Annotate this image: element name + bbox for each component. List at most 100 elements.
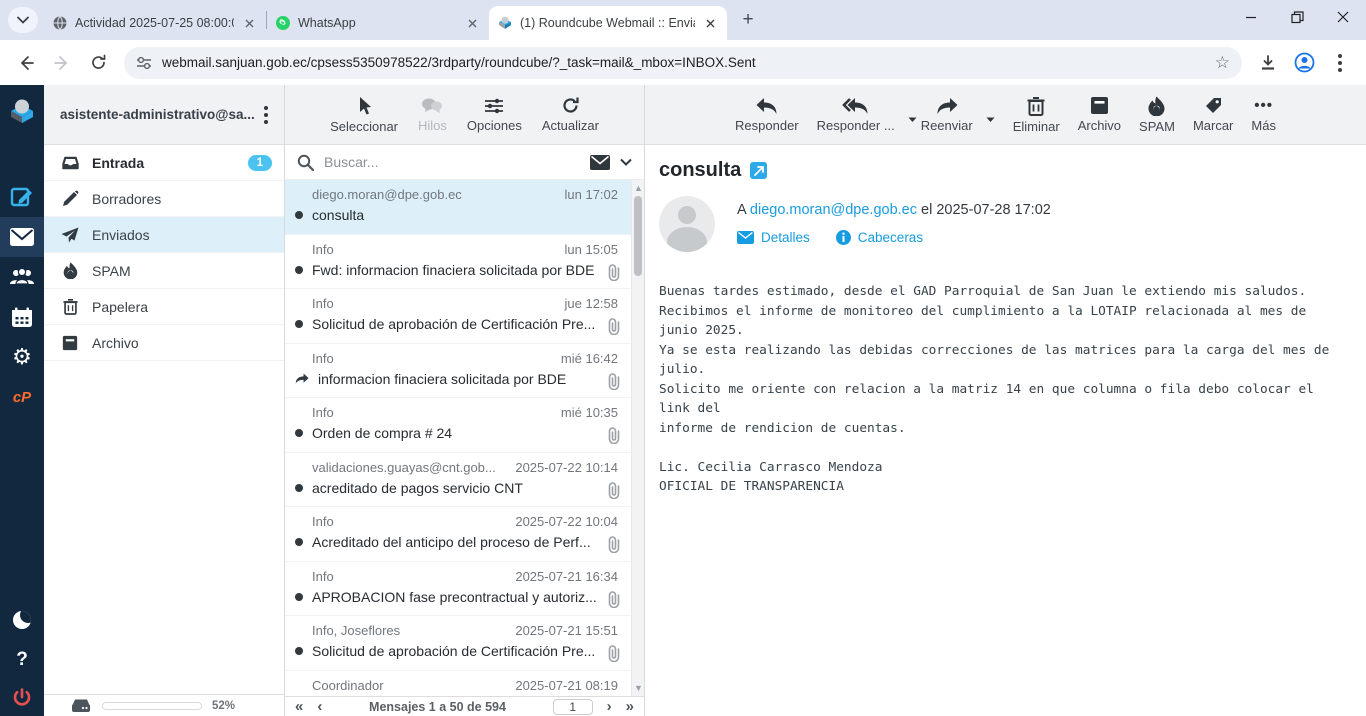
delete-button[interactable]: Eliminar: [1005, 92, 1068, 138]
rail-mail-button[interactable]: [0, 217, 44, 257]
tab-search-button[interactable]: [8, 7, 38, 33]
unread-dot-icon[interactable]: [295, 647, 303, 655]
browser-tab-actividad[interactable]: Actividad 2025-07-25 08:00:00: [44, 6, 266, 40]
compose-button[interactable]: [0, 177, 44, 217]
rail-calendar-button[interactable]: [0, 297, 44, 337]
message-date: 2025-07-28 17:02: [936, 202, 1051, 218]
spam-button[interactable]: SPAM: [1131, 92, 1183, 138]
body-line: informe de rendicion de cuentas.: [659, 419, 1352, 439]
reading-pane: Responder Responder ... Reenviar Elimina…: [645, 85, 1366, 716]
message-row[interactable]: diego.moran@dpe.gob.eclun 17:02consulta: [285, 180, 644, 235]
window-restore-button[interactable]: [1274, 0, 1320, 34]
url-text[interactable]: webmail.sanjuan.gob.ec/cpsess5350978522/…: [162, 55, 1205, 70]
rail-contacts-button[interactable]: [0, 257, 44, 297]
more-button[interactable]: ••• Más: [1243, 93, 1284, 137]
url-field[interactable]: webmail.sanjuan.gob.ec/cpsess5350978522/…: [124, 47, 1242, 79]
help-button[interactable]: ?: [0, 640, 44, 680]
message-sender: Info, Joseflores: [312, 623, 515, 638]
search-placeholder[interactable]: Buscar...: [324, 154, 580, 170]
archive-button[interactable]: Archivo: [1070, 92, 1129, 137]
new-tab-button[interactable]: +: [735, 7, 761, 33]
threads-button[interactable]: Hilos: [410, 93, 455, 137]
message-row[interactable]: Info, Joseflores2025-07-21 15:51Solicitu…: [285, 616, 644, 671]
roundcube-logo[interactable]: [0, 91, 44, 131]
dark-mode-button[interactable]: [0, 600, 44, 640]
quota-track: [102, 702, 202, 710]
select-button[interactable]: Seleccionar: [322, 92, 406, 138]
recipient-address-link[interactable]: diego.moran@dpe.gob.ec: [750, 202, 917, 218]
headers-toggle[interactable]: Cabeceras: [836, 230, 923, 245]
window-close-button[interactable]: [1320, 0, 1366, 34]
folder-label: SPAM: [92, 263, 272, 279]
message-row[interactable]: validaciones.guayas@cnt.gob...2025-07-22…: [285, 453, 644, 508]
message-row[interactable]: Infolun 15:05Fwd: informacion finaciera …: [285, 235, 644, 290]
folder-item-trash[interactable]: Papelera: [44, 289, 284, 325]
unread-dot-icon[interactable]: [295, 429, 303, 437]
mail-icon: [10, 228, 34, 246]
browser-tab-roundcube[interactable]: (1) Roundcube Webmail :: Envia: [489, 6, 727, 40]
account-name: asistente-administrativo@sa...: [60, 107, 258, 122]
message-row[interactable]: Infomié 16:42informacion finaciera solic…: [285, 344, 644, 399]
downloads-button[interactable]: [1252, 47, 1284, 79]
browser-menu-button[interactable]: [1324, 47, 1356, 79]
bookmark-star-icon[interactable]: ☆: [1215, 53, 1230, 73]
pencil-icon: [60, 190, 80, 207]
body-line: OFICIAL DE TRANSPARENCIA: [659, 477, 1352, 497]
dropdown-caret-icon[interactable]: [986, 117, 995, 123]
tab-close-icon[interactable]: [702, 15, 719, 32]
search-scope-mail-icon[interactable]: [590, 155, 610, 170]
tab-close-icon[interactable]: [464, 15, 481, 32]
folder-item-spam[interactable]: SPAM: [44, 253, 284, 289]
browser-tab-whatsapp[interactable]: WhatsApp: [267, 6, 489, 40]
scrollbar-thumb[interactable]: [634, 196, 642, 276]
reply-all-button[interactable]: Responder ...: [809, 93, 911, 137]
forward-button[interactable]: [46, 47, 78, 79]
unread-dot-icon[interactable]: [295, 538, 303, 546]
rail-settings-button[interactable]: ⚙: [0, 337, 44, 377]
list-scrollbar[interactable]: ▲ ▼: [631, 180, 644, 696]
folder-item-inbox[interactable]: Entrada1: [44, 145, 284, 181]
unread-dot-icon[interactable]: [295, 593, 303, 601]
message-row[interactable]: Info2025-07-22 10:04Acreditado del antic…: [285, 507, 644, 562]
refresh-button[interactable]: Actualizar: [534, 92, 607, 137]
folder-item-sent[interactable]: Enviados: [44, 217, 284, 253]
message-subject: Solicitud de aprobación de Certificación…: [312, 316, 618, 332]
rail-cpanel-button[interactable]: cP: [0, 377, 44, 417]
page-number-input[interactable]: 1: [553, 699, 593, 715]
reply-button[interactable]: Responder: [727, 93, 807, 137]
prev-page-button[interactable]: ‹: [317, 699, 322, 714]
site-info-icon[interactable]: [136, 56, 152, 70]
options-button[interactable]: Opciones: [459, 93, 530, 137]
unread-dot-icon[interactable]: [295, 266, 303, 274]
last-page-button[interactable]: »: [626, 699, 634, 714]
folder-item-drafts[interactable]: Borradores: [44, 181, 284, 217]
window-minimize-button[interactable]: [1228, 0, 1274, 34]
folder-item-archive[interactable]: Archivo: [44, 325, 284, 361]
more-dots-icon: •••: [1254, 97, 1273, 115]
search-options-chevron-icon[interactable]: [620, 158, 632, 166]
logout-button[interactable]: [0, 680, 44, 716]
profile-avatar[interactable]: [1288, 47, 1320, 79]
unread-dot-icon[interactable]: [295, 320, 303, 328]
message-row[interactable]: Infojue 12:58Solicitud de aprobación de …: [285, 289, 644, 344]
search-bar[interactable]: Buscar...: [285, 145, 644, 180]
first-page-button[interactable]: «: [295, 699, 303, 714]
tab-close-icon[interactable]: [241, 15, 258, 32]
message-row[interactable]: Infomié 10:35Orden de compra # 24: [285, 398, 644, 453]
reload-button[interactable]: [82, 47, 114, 79]
next-page-button[interactable]: ›: [607, 699, 612, 714]
chevron-down-icon: [17, 16, 29, 24]
forward-button[interactable]: Reenviar: [913, 93, 989, 137]
open-in-new-window-icon[interactable]: [750, 162, 767, 179]
message-date: 2025-07-21 08:19: [515, 678, 618, 693]
trash-icon: [60, 298, 80, 315]
message-row[interactable]: Info2025-07-21 16:34APROBACION fase prec…: [285, 562, 644, 617]
unread-dot-icon[interactable]: [295, 484, 303, 492]
mark-button[interactable]: Marcar: [1185, 92, 1241, 137]
message-row[interactable]: Coordinador2025-07-21 08:19: [285, 671, 644, 697]
back-button[interactable]: [10, 47, 42, 79]
message-subject: Fwd: informacion finaciera solicitada po…: [312, 262, 618, 278]
details-toggle[interactable]: Detalles: [737, 230, 810, 245]
folder-menu-button[interactable]: [258, 102, 274, 128]
unread-dot-icon[interactable]: [295, 211, 303, 219]
